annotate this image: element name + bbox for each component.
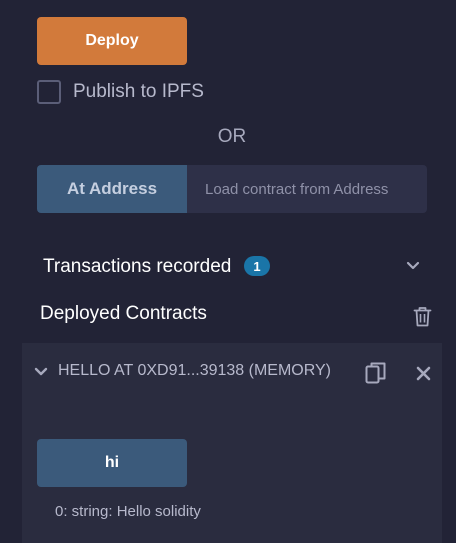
publish-ipfs-label[interactable]: Publish to IPFS: [73, 80, 204, 104]
transactions-count-badge: 1: [244, 256, 270, 276]
copy-icon[interactable]: [365, 361, 387, 385]
transactions-recorded-label: Transactions recorded: [43, 256, 232, 277]
chevron-down-icon[interactable]: [405, 258, 421, 274]
chevron-down-icon[interactable]: [33, 364, 49, 380]
close-icon[interactable]: [416, 366, 431, 381]
function-result: 0: string: Hello solidity: [55, 503, 201, 520]
deploy-button[interactable]: Deploy: [37, 17, 187, 65]
result-index: 0:: [55, 503, 68, 520]
trash-icon[interactable]: [413, 306, 432, 327]
publish-ipfs-checkbox[interactable]: [37, 80, 61, 104]
or-divider: OR: [217, 126, 247, 147]
contract-address-input[interactable]: [187, 165, 427, 213]
contract-instance-title[interactable]: HELLO AT 0XD91...39138 (MEMORY): [58, 362, 331, 380]
at-address-button[interactable]: At Address: [37, 165, 187, 213]
transactions-recorded-row[interactable]: Transactions recorded 1: [37, 252, 427, 284]
result-value: string: Hello solidity: [67, 503, 201, 520]
hi-function-button[interactable]: hi: [37, 439, 187, 487]
deployed-contracts-title: Deployed Contracts: [40, 303, 207, 324]
